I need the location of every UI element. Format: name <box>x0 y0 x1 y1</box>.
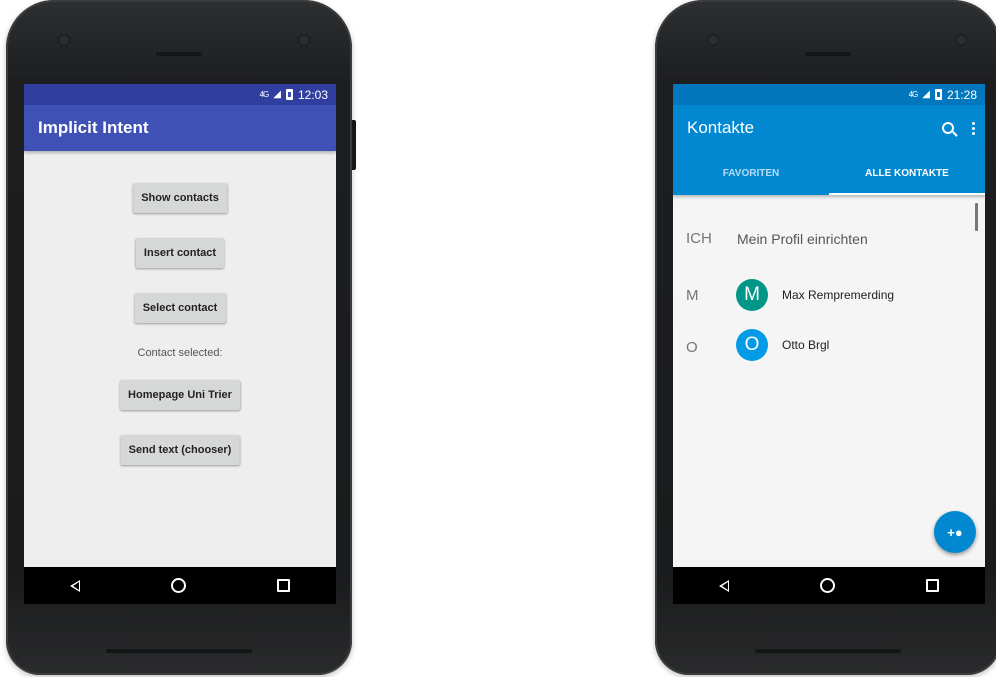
screen-kontakte: 4G ◢ 21:28 Kontakte FAVORITEN ALLE KONTA… <box>673 84 985 604</box>
navigation-bar <box>673 567 985 604</box>
earpiece <box>805 52 851 56</box>
homepage-button[interactable]: Homepage Uni Trier <box>120 380 240 410</box>
avatar: M <box>736 279 768 311</box>
app-bar: Kontakte <box>673 105 985 151</box>
add-contact-icon: +● <box>947 524 963 540</box>
screen-implicit-intent: 4G ◢ 12:03 Implicit Intent Show contacts… <box>24 84 336 604</box>
main-content: Show contacts Insert contact Select cont… <box>24 151 336 567</box>
tab-alle-kontakte[interactable]: ALLE KONTAKTE <box>829 151 985 195</box>
light-sensor <box>955 34 967 46</box>
status-time: 12:03 <box>297 87 328 102</box>
app-title: Implicit Intent <box>38 118 149 137</box>
tab-bar: FAVORITEN ALLE KONTAKTE <box>673 151 985 195</box>
tab-favoriten[interactable]: FAVORITEN <box>673 151 829 195</box>
speaker-grille <box>106 649 252 653</box>
select-contact-button[interactable]: Select contact <box>134 293 226 323</box>
power-button <box>352 120 356 170</box>
contact-name: Otto Brgl <box>782 338 830 352</box>
light-sensor <box>298 34 310 46</box>
phone-left: 4G ◢ 12:03 Implicit Intent Show contacts… <box>6 0 356 675</box>
status-time: 21:28 <box>946 87 977 102</box>
front-camera <box>58 34 70 46</box>
recents-icon[interactable] <box>277 579 291 592</box>
contact-name: Max Rempremerding <box>782 288 895 302</box>
section-letter: M <box>686 287 699 304</box>
back-icon[interactable] <box>718 579 729 592</box>
status-bar: 4G ◢ 12:03 <box>24 84 336 105</box>
section-letter: O <box>686 339 698 356</box>
phone-right: 4G ◢ 21:28 Kontakte FAVORITEN ALLE KONTA… <box>655 0 996 675</box>
recents-icon[interactable] <box>926 579 940 592</box>
signal-icon: ◢ <box>922 89 930 100</box>
send-text-button[interactable]: Send text (chooser) <box>120 435 240 465</box>
navigation-bar <box>24 567 336 604</box>
avatar: O <box>736 329 768 361</box>
add-contact-button[interactable]: +● <box>934 511 976 553</box>
signal-icon: ◢ <box>273 89 281 100</box>
scrollbar[interactable] <box>975 203 978 231</box>
battery-icon <box>934 89 942 100</box>
status-bar: 4G ◢ 21:28 <box>673 84 985 105</box>
app-title: Kontakte <box>687 118 755 137</box>
home-icon[interactable] <box>819 578 835 593</box>
contact-selected-label: Contact selected: <box>137 347 223 359</box>
insert-contact-button[interactable]: Insert contact <box>135 238 225 268</box>
section-letter: ICH <box>686 230 712 247</box>
network-indicator: 4G <box>908 90 919 99</box>
network-indicator: 4G <box>259 90 270 99</box>
home-icon[interactable] <box>170 578 186 593</box>
contact-list: ICH Mein Profil einrichten M M Max Rempr… <box>673 195 985 567</box>
profile-setup-text: Mein Profil einrichten <box>737 231 868 247</box>
speaker-grille <box>755 649 901 653</box>
app-bar: Implicit Intent <box>24 105 336 151</box>
battery-icon <box>285 89 293 100</box>
earpiece <box>156 52 202 56</box>
front-camera <box>707 34 719 46</box>
search-icon[interactable] <box>942 122 954 134</box>
show-contacts-button[interactable]: Show contacts <box>133 183 227 213</box>
more-vert-icon[interactable] <box>972 121 975 135</box>
back-icon[interactable] <box>69 579 80 592</box>
